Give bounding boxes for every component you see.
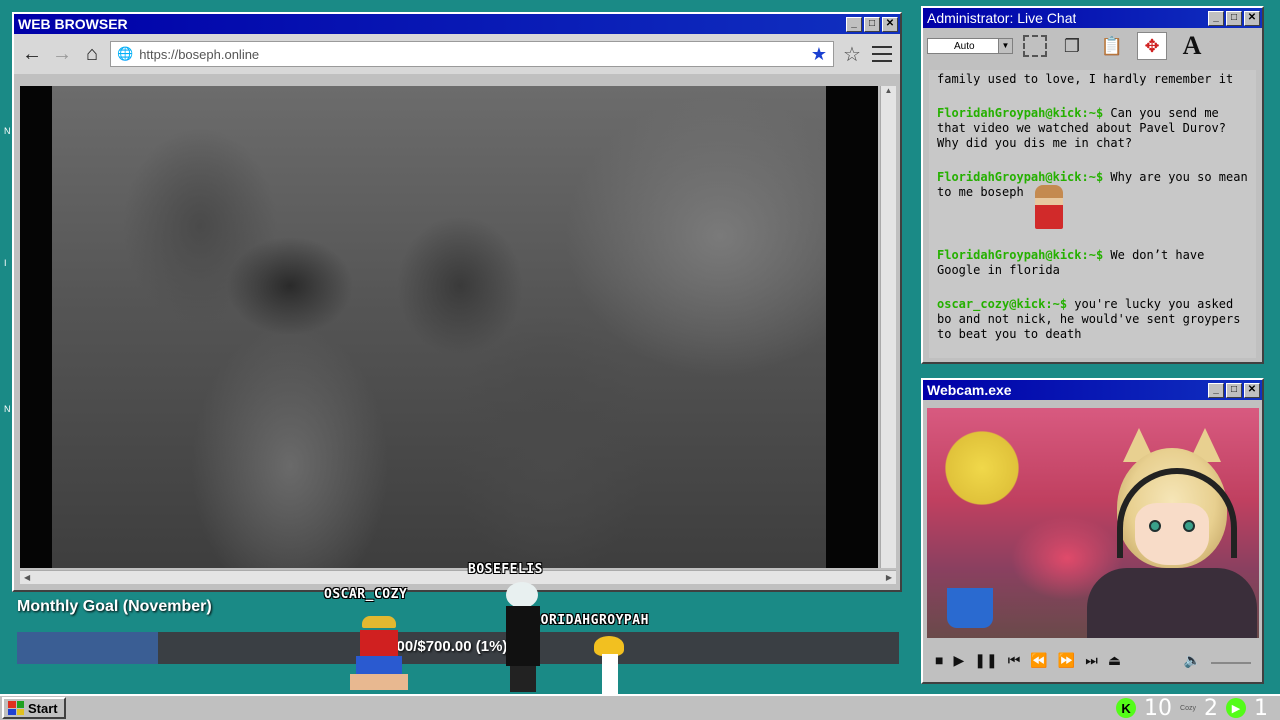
user-tag: BOSEFELIS (468, 562, 543, 577)
scroll-right-arrow-icon[interactable]: ▶ (886, 573, 892, 582)
kick-logo-icon: K (1116, 698, 1137, 718)
zoom-select[interactable]: Auto ▼ (927, 38, 1013, 54)
fast-forward-icon[interactable]: ⏩ (1058, 652, 1075, 669)
user-tag: OSCAR_COZY (324, 587, 408, 602)
copy-icon[interactable]: ❐ (1057, 32, 1087, 60)
chat-titlebar[interactable]: Administrator: Live Chat _ □ ✕ (923, 8, 1262, 28)
play-icon[interactable]: ▶ (953, 652, 964, 669)
volume-slider[interactable] (1211, 656, 1251, 664)
maximize-button[interactable]: □ (864, 16, 880, 32)
globe-icon: 🌐 (117, 46, 134, 61)
cozy-label: Cozy (1180, 704, 1196, 712)
windows-logo-icon (8, 701, 24, 715)
chat-username[interactable]: FloridahGroypah@kick:~$ (937, 170, 1103, 184)
video-frame[interactable] (20, 86, 878, 568)
home-icon[interactable]: ⌂ (80, 42, 104, 66)
minimize-button[interactable]: _ (1208, 10, 1224, 26)
avatar-sprite (500, 582, 546, 692)
start-label: Start (28, 700, 58, 716)
url-text[interactable]: https://boseph.online (139, 47, 805, 62)
web-browser-window: WEB BROWSER _ □ ✕ ← → ⌂ 🌐 https://boseph… (12, 12, 902, 592)
desktop-icon-label: N (4, 404, 11, 414)
chat-message: FloridahGroypah@kick:~$ Can you send me … (937, 106, 1248, 151)
chat-title: Administrator: Live Chat (927, 10, 1077, 26)
close-button[interactable]: ✕ (1244, 382, 1260, 398)
chevron-down-icon[interactable]: ▼ (998, 39, 1012, 53)
pause-icon[interactable]: ❚❚ (974, 652, 997, 669)
close-button[interactable]: ✕ (1244, 10, 1260, 26)
chat-toolbar: Auto ▼ ❐ 📋 ✥ A (923, 28, 1262, 64)
taskbar: Start K 10 Cozy 2 ▶ 1 (0, 694, 1280, 720)
emote-icon (1034, 185, 1063, 229)
chat-log[interactable]: family used to love, I hardly remember i… (929, 70, 1256, 358)
webcam-window: Webcam.exe _ □ ✕ ■ ▶ ❚❚ ⏮ ⏪ ⏩ ⏭ ⏏ 🔈 (921, 378, 1264, 684)
forward-arrow-icon[interactable]: → (50, 42, 74, 66)
browser-titlebar[interactable]: WEB BROWSER _ □ ✕ (14, 14, 900, 34)
chat-message: FloridahGroypah@kick:~$ Why are you so m… (937, 170, 1248, 229)
goal-progress-fill (17, 632, 159, 664)
webcam-title: Webcam.exe (927, 382, 1012, 398)
chat-username[interactable]: FloridahGroypah@kick:~$ (937, 106, 1103, 120)
chat-username[interactable]: FloridahGroypah@kick:~$ (937, 248, 1103, 262)
chat-username[interactable]: oscar_cozy@kick:~$ (937, 297, 1067, 311)
chat-message: FloridahGroypah@kick:~$ We don’t have Go… (937, 248, 1248, 278)
minimize-button[interactable]: _ (1208, 382, 1224, 398)
menu-icon[interactable] (870, 42, 894, 66)
back-arrow-icon[interactable]: ← (20, 42, 44, 66)
tray-count: 1 (1254, 695, 1268, 720)
desktop-icon-label: N (4, 126, 11, 136)
stop-icon[interactable]: ■ (935, 652, 943, 668)
bookmark-filled-star-icon[interactable]: ★ (811, 44, 827, 65)
minimize-button[interactable]: _ (846, 16, 862, 32)
scroll-up-arrow-icon[interactable]: ▲ (881, 86, 896, 100)
chat-message: oscar_cozy@kick:~$ you're lucky you aske… (937, 297, 1248, 342)
avatar-sprite (346, 616, 412, 692)
webcam-titlebar[interactable]: Webcam.exe _ □ ✕ (923, 380, 1262, 400)
play-circle-icon: ▶ (1226, 698, 1246, 718)
live-chat-window: Administrator: Live Chat _ □ ✕ Auto ▼ ❐ … (921, 6, 1264, 364)
close-button[interactable]: ✕ (882, 16, 898, 32)
maximize-button[interactable]: □ (1226, 382, 1242, 398)
eject-icon[interactable]: ⏏ (1108, 652, 1121, 669)
address-bar[interactable]: 🌐 https://boseph.online ★ (110, 41, 834, 67)
paste-icon[interactable]: 📋 (1097, 32, 1127, 60)
desktop-icon-label: I (4, 258, 7, 268)
avatar-sprite (594, 636, 624, 694)
browser-viewport[interactable] (20, 86, 878, 568)
move-icon[interactable]: ✥ (1137, 32, 1167, 60)
font-icon[interactable]: A (1177, 31, 1207, 60)
start-button[interactable]: Start (2, 697, 66, 719)
tray-count: 10 (1144, 695, 1173, 720)
webcam-feed (927, 408, 1259, 638)
tray-count: 2 (1204, 695, 1218, 720)
maximize-button[interactable]: □ (1226, 10, 1242, 26)
system-tray: K 10 Cozy 2 ▶ 1 (1116, 696, 1278, 720)
media-controls: ■ ▶ ❚❚ ⏮ ⏪ ⏩ ⏭ ⏏ 🔈 (927, 642, 1259, 678)
scroll-left-arrow-icon[interactable]: ◀ (24, 573, 30, 582)
vertical-scrollbar[interactable]: ▲ (880, 86, 896, 568)
skip-forward-icon[interactable]: ⏭ (1085, 652, 1098, 669)
skip-back-icon[interactable]: ⏮ (1008, 652, 1021, 669)
rewind-icon[interactable]: ⏪ (1030, 652, 1047, 669)
favorite-star-icon[interactable]: ☆ (840, 42, 864, 66)
volume-icon[interactable]: 🔈 (1184, 652, 1201, 669)
browser-title: WEB BROWSER (18, 16, 128, 32)
horizontal-scrollbar[interactable]: ◀ ▶ (20, 570, 896, 584)
goal-label: Monthly Goal (November) (17, 598, 212, 615)
chat-message-text: family used to love, I hardly remember i… (937, 72, 1234, 86)
select-rect-icon[interactable] (1023, 35, 1047, 57)
zoom-value: Auto (954, 40, 975, 52)
browser-navbar: ← → ⌂ 🌐 https://boseph.online ★ ☆ (14, 34, 900, 74)
